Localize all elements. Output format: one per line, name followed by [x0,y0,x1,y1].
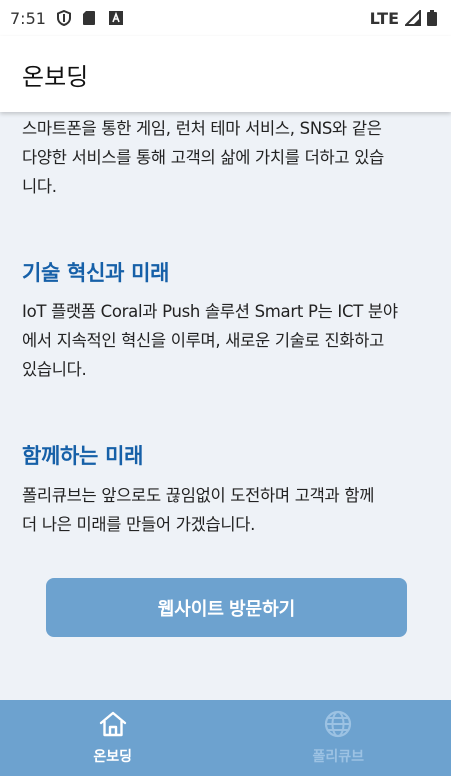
app-notification-icon [108,10,124,26]
future-line: 더 나은 미래를 만들어 가겠습니다. [22,515,256,534]
tech-paragraph: IoT 플랫폼 Coral과 Push 솔루션 Smart P는 ICT 분야 … [22,297,442,384]
phone-screen: 7:51 LTE 온보딩 스마트폰을 통한 게임, 런처 테마 서비스, SNS… [0,0,451,776]
status-bar: 7:51 LTE [0,0,451,36]
signal-icon [403,8,421,26]
home-icon [98,710,128,742]
nav-label: 온보딩 [93,749,133,765]
intro-line: 다양한 서비스를 통해 고객의 삶에 가치를 더하고 있습 [22,148,384,167]
visit-website-button[interactable]: 웹사이트 방문하기 [46,578,407,637]
status-time: 7:51 [10,8,46,28]
future-paragraph: 폴리큐브는 앞으로도 끊임없이 도전하며 고객과 함께 더 나은 미래를 만들어… [22,481,442,539]
nav-item-onboarding[interactable]: 온보딩 [0,700,226,776]
nav-label: 폴리큐브 [312,749,365,765]
section-heading-tech: 기술 혁신과 미래 [22,261,170,285]
tech-line: 있습니다. [22,360,87,379]
network-type: LTE [369,8,399,28]
future-line: 폴리큐브는 앞으로도 끊임없이 도전하며 고객과 함께 [22,486,375,505]
intro-line: 니다. [22,177,57,196]
section-heading-future: 함께하는 미래 [22,444,144,468]
bottom-navigation: 온보딩 폴리큐브 [0,700,451,776]
tech-line: 에서 지속적인 혁신을 이루며, 새로운 기술로 진화하고 [22,331,384,350]
page-title: 온보딩 [22,62,89,91]
intro-line: 스마트폰을 통한 게임, 런처 테마 서비스, SNS와 같은 [22,119,382,138]
shield-icon [56,9,72,27]
intro-paragraph: 스마트폰을 통한 게임, 런처 테마 서비스, SNS와 같은 다양한 서비스를… [22,114,442,201]
globe-icon [323,710,353,742]
app-bar: 온보딩 [0,36,451,112]
tech-line: IoT 플랫폼 Coral과 Push 솔루션 Smart P는 ICT 분야 [22,302,398,321]
battery-icon [427,10,437,26]
sd-card-icon [82,10,98,26]
nav-item-polycube[interactable]: 폴리큐브 [226,700,451,776]
